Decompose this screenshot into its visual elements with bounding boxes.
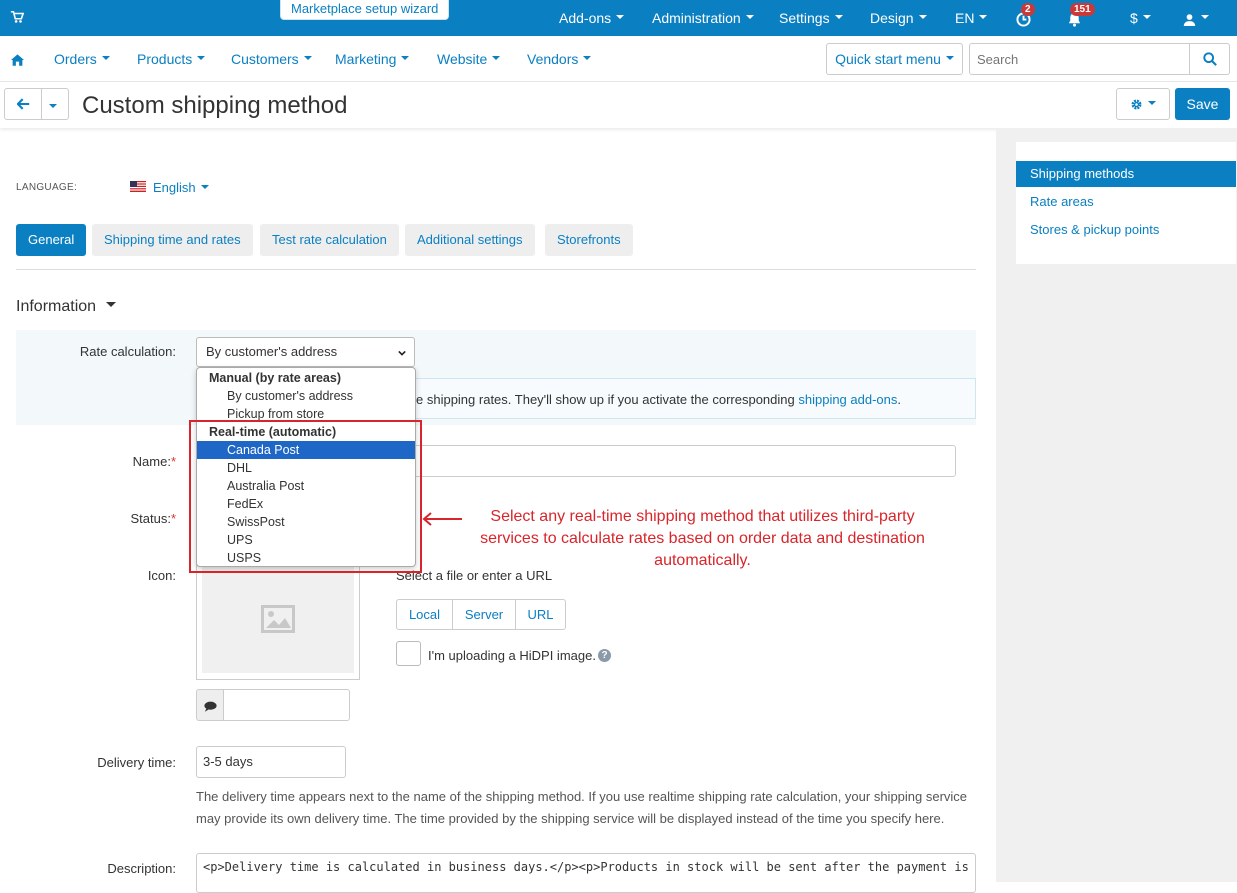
sidebar-item-shipping-methods[interactable]: Shipping methods — [1016, 161, 1236, 187]
orders-badge: 2 — [1021, 3, 1035, 16]
help-icon[interactable]: ? — [598, 649, 611, 662]
icon-label: Icon: — [147, 568, 176, 583]
sidebar-item-stores-pickup[interactable]: Stores & pickup points — [1016, 217, 1236, 243]
hidpi-checkbox[interactable] — [396, 641, 421, 666]
search-icon — [1203, 52, 1217, 66]
settings-dropdown-button[interactable] — [1116, 88, 1170, 120]
nav-website[interactable]: Website — [437, 36, 501, 82]
tab-test-rate-calculation[interactable]: Test rate calculation — [260, 224, 399, 256]
dropdown-group-manual: Manual (by rate areas) — [209, 371, 341, 385]
tab-additional-settings[interactable]: Additional settings — [405, 224, 535, 256]
marketplace-wizard-button[interactable]: Marketplace setup wizard — [280, 0, 450, 20]
title-bar: Custom shipping method Save — [0, 82, 1237, 128]
notifications-badge: 151 — [1070, 3, 1095, 16]
nav-customers[interactable]: Customers — [231, 36, 312, 82]
page-title: Custom shipping method — [82, 92, 348, 119]
administration-menu[interactable]: Administration — [652, 0, 754, 36]
info-notice-text: e shipping rates. They'll show up if you… — [416, 392, 902, 407]
file-source-server[interactable]: Server — [452, 599, 516, 630]
save-button[interactable]: Save — [1175, 88, 1230, 120]
language-menu[interactable]: EN — [955, 0, 988, 36]
sidebar-item-rate-areas[interactable]: Rate areas — [1016, 189, 1236, 215]
cart-icon[interactable] — [10, 10, 24, 24]
quick-start-menu-button[interactable]: Quick start menu — [826, 43, 963, 75]
main-nav: Orders Products Customers Marketing Webs… — [0, 36, 1237, 82]
top-bar: Marketplace setup wizard Add-ons Adminis… — [0, 0, 1237, 36]
user-menu[interactable] — [1183, 0, 1209, 36]
home-icon — [11, 54, 24, 66]
home-link[interactable] — [11, 36, 24, 82]
shipping-addons-link[interactable]: shipping add-ons — [798, 392, 897, 407]
annotation-text: Select any real-time shipping method tha… — [480, 508, 925, 569]
rate-calculation-label: Rate calculation: — [79, 344, 176, 359]
design-menu[interactable]: Design — [870, 0, 927, 36]
section-toggle-information[interactable]: Information — [16, 298, 117, 316]
description-label: Description: — [107, 861, 176, 876]
dropdown-option[interactable]: By customer's address — [197, 387, 415, 405]
file-source-local[interactable]: Local — [396, 599, 453, 630]
rate-calculation-select[interactable]: By customer's address — [196, 337, 415, 367]
tab-storefronts[interactable]: Storefronts — [545, 224, 633, 256]
language-select[interactable]: English — [153, 180, 209, 195]
nav-products[interactable]: Products — [137, 36, 206, 82]
currency-menu[interactable]: $ — [1130, 0, 1151, 36]
annotation-highlight-box — [189, 420, 422, 573]
hidpi-label: I'm uploading a HiDPI image. — [428, 648, 596, 663]
back-button[interactable] — [4, 88, 42, 120]
history-dropdown-button[interactable] — [41, 88, 69, 120]
file-source-url[interactable]: URL — [515, 599, 566, 630]
icon-preview — [202, 566, 354, 673]
search-input[interactable] — [969, 43, 1190, 75]
nav-vendors[interactable]: Vendors — [527, 36, 592, 82]
user-icon — [1183, 14, 1196, 26]
tab-shipping-time-rates[interactable]: Shipping time and rates — [92, 224, 253, 256]
nav-orders[interactable]: Orders — [54, 36, 110, 82]
nav-marketing[interactable]: Marketing — [335, 36, 410, 82]
us-flag-icon — [130, 181, 146, 192]
delivery-time-help: The delivery time appears next to the na… — [196, 789, 968, 826]
chevron-down-icon — [398, 350, 406, 356]
annotation-arrow-icon — [422, 512, 462, 526]
tab-general[interactable]: General — [16, 224, 87, 256]
language-label: LANGUAGE: — [16, 182, 78, 193]
addons-menu[interactable]: Add-ons — [559, 0, 625, 36]
delivery-time-label: Delivery time: — [97, 755, 176, 770]
name-label: Name:* — [132, 454, 176, 469]
alt-text-button[interactable] — [196, 689, 224, 721]
description-textarea[interactable]: <p>Delivery time is calculated in busine… — [196, 853, 976, 893]
arrow-left-icon — [17, 98, 30, 110]
delivery-time-input[interactable]: 3-5 days — [196, 746, 346, 778]
comment-icon — [204, 701, 217, 712]
image-placeholder-icon — [261, 605, 295, 633]
gear-icon — [1131, 99, 1142, 110]
search-button[interactable] — [1189, 43, 1230, 75]
status-label: Status:* — [130, 511, 176, 526]
tabs-divider — [16, 269, 976, 270]
settings-menu[interactable]: Settings — [779, 0, 843, 36]
alt-text-input[interactable] — [223, 689, 350, 721]
